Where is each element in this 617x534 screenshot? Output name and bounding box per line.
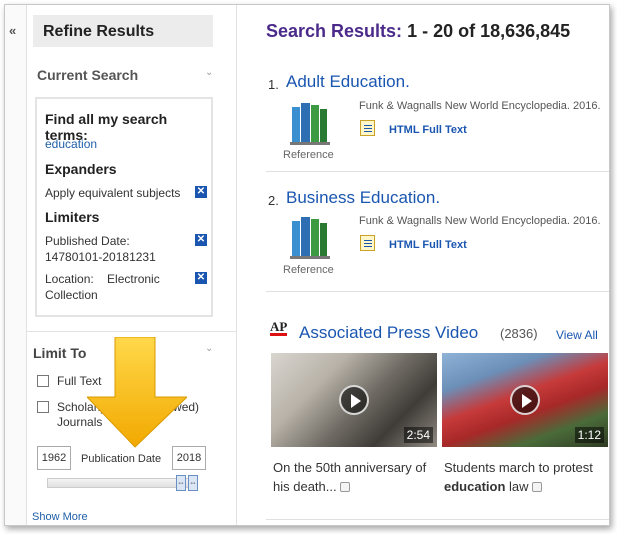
limit-to-title[interactable]: Limit To xyxy=(33,345,86,361)
html-full-text-link[interactable]: HTML Full Text xyxy=(389,239,467,251)
result-source: Funk & Wagnalls New World Encyclopedia. … xyxy=(359,100,601,112)
remove-expander-icon[interactable]: ✕ xyxy=(195,186,207,198)
html-full-text-icon[interactable] xyxy=(360,120,375,136)
play-icon[interactable] xyxy=(339,385,369,415)
expanders-heading: Expanders xyxy=(45,161,117,177)
result-number: 2. xyxy=(268,193,279,208)
video-thumbnail[interactable]: 2:54 xyxy=(271,353,437,447)
limiter-location: Location: Electronic Collection xyxy=(45,272,164,302)
result-title-link[interactable]: Adult Education. xyxy=(286,72,410,92)
results-heading: Search Results: 1 - 20 of 18,636,845 xyxy=(266,21,570,42)
date-from-input[interactable]: 1962 xyxy=(37,446,71,470)
video-duration: 1:12 xyxy=(574,427,604,443)
publication-type-label: Reference xyxy=(283,264,334,276)
publication-type-label: Reference xyxy=(283,149,334,161)
current-search-box: Find all my search terms: education Expa… xyxy=(35,97,213,317)
view-all-link[interactable]: View All xyxy=(556,328,598,342)
date-slider-left-handle[interactable]: ⇔ xyxy=(176,475,186,491)
results-count: 1 - 20 of 18,636,845 xyxy=(407,21,571,41)
chevron-down-icon[interactable]: ⌄ xyxy=(205,67,213,78)
search-results-window: « Refine Results Current Search ⌄ Find a… xyxy=(4,4,610,526)
divider xyxy=(266,519,609,520)
date-slider-right-handle[interactable]: ⇔ xyxy=(188,475,198,491)
html-full-text-icon[interactable] xyxy=(360,235,375,251)
collapse-sidebar-button[interactable]: « xyxy=(9,23,16,38)
date-to-input[interactable]: 2018 xyxy=(172,446,206,470)
video-duration: 2:54 xyxy=(403,427,433,443)
show-more-link[interactable]: Show More xyxy=(32,511,88,523)
expander-item: Apply equivalent subjects xyxy=(45,186,181,200)
full-text-checkbox[interactable] xyxy=(37,375,49,387)
video-thumbnail[interactable]: 1:12 xyxy=(442,353,608,447)
reference-book-icon xyxy=(290,217,330,259)
scholarly-checkbox[interactable] xyxy=(37,401,49,413)
video-caption-text: law xyxy=(505,479,529,494)
result-source: Funk & Wagnalls New World Encyclopedia. … xyxy=(359,215,601,227)
date-range-slider-track[interactable] xyxy=(47,478,197,488)
divider xyxy=(27,331,237,332)
video-caption-text: Students march to protest xyxy=(444,460,593,475)
results-main: Search Results: 1 - 20 of 18,636,845 1. … xyxy=(238,5,609,525)
remove-date-limiter-icon[interactable]: ✕ xyxy=(195,234,207,246)
down-arrow-icon xyxy=(87,337,187,448)
divider xyxy=(266,291,609,292)
refine-results-title: Refine Results xyxy=(33,15,213,47)
limiters-heading: Limiters xyxy=(45,209,100,225)
video-caption-link[interactable]: On the 50th anniversary of his death... xyxy=(273,458,443,496)
magnifier-icon[interactable] xyxy=(531,482,542,492)
result-number: 1. xyxy=(268,77,279,92)
ap-logo: AP xyxy=(270,319,288,336)
result-title-link[interactable]: Business Education. xyxy=(286,188,440,208)
divider xyxy=(266,171,609,172)
play-icon[interactable] xyxy=(510,385,540,415)
chevron-down-icon[interactable]: ⌄ xyxy=(205,343,213,354)
ap-video-title-link[interactable]: Associated Press Video xyxy=(299,323,478,343)
search-term-link[interactable]: education xyxy=(45,137,97,151)
reference-book-icon xyxy=(290,103,330,145)
video-caption-keyword: education xyxy=(444,479,506,494)
remove-location-limiter-icon[interactable]: ✕ xyxy=(195,272,207,284)
results-label: Search Results: xyxy=(266,21,403,41)
publication-date-label: Publication Date xyxy=(81,453,162,465)
ap-video-count: (2836) xyxy=(500,326,538,341)
current-search-title[interactable]: Current Search xyxy=(37,67,138,83)
sidebar-collapse-strip: « xyxy=(5,5,27,525)
limiter-published-date: Published Date: 14780101-20181231 xyxy=(45,234,156,264)
magnifier-icon[interactable] xyxy=(339,482,350,492)
video-caption-link[interactable]: Students march to protest education law xyxy=(444,458,609,496)
html-full-text-link[interactable]: HTML Full Text xyxy=(389,124,467,136)
